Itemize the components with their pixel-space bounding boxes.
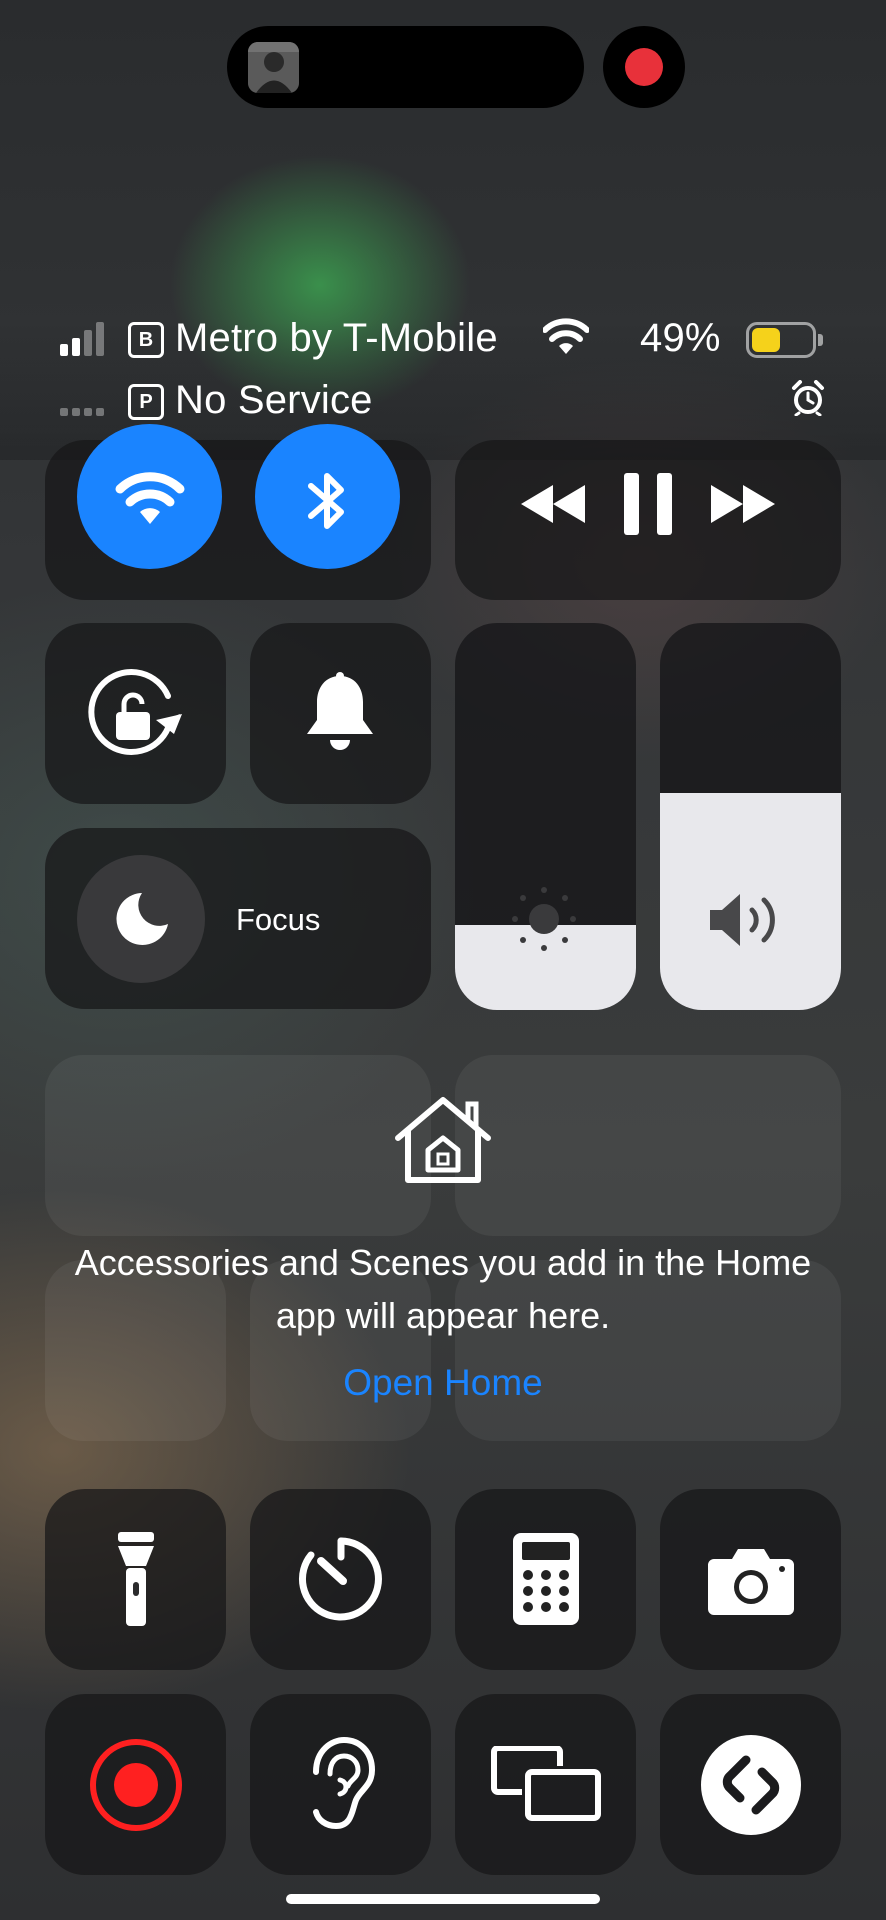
wifi-status-icon (543, 318, 589, 356)
moon-icon (112, 890, 170, 948)
recording-dot (625, 48, 663, 86)
volume-speaker-icon (708, 890, 794, 950)
screen-mirroring-icon (490, 1746, 602, 1822)
sim-badge-secondary: P (128, 384, 164, 420)
home-placeholder-tile (45, 1055, 431, 1236)
signal-strength-icon (60, 320, 120, 360)
focus-label: Focus (236, 902, 321, 937)
screen-record-icon (88, 1737, 184, 1833)
battery-icon (746, 322, 824, 358)
carrier-name-secondary: No Service (175, 378, 373, 422)
timer-icon (297, 1535, 385, 1623)
previous-track-icon[interactable] (519, 483, 587, 525)
home-empty-message: Accessories and Scenes you add in the Ho… (74, 1242, 812, 1336)
home-icon (392, 1094, 494, 1186)
home-indicator[interactable] (286, 1894, 600, 1904)
open-home-link[interactable]: Open Home (60, 1362, 826, 1404)
shazam-icon (700, 1734, 802, 1836)
pause-icon[interactable] (624, 473, 672, 535)
carrier-name-primary: Metro by T-Mobile (175, 316, 498, 360)
rotation-lock-icon (86, 666, 186, 762)
hearing-icon (304, 1736, 376, 1832)
alarm-clock-icon (791, 380, 825, 416)
signal-no-service-icon (60, 408, 120, 420)
calculator-icon (513, 1533, 579, 1625)
flashlight-icon (116, 1532, 156, 1628)
sim-badge-primary: B (128, 322, 164, 358)
battery-percentage: 49% (640, 316, 721, 360)
bluetooth-icon (303, 468, 351, 534)
volume-slider[interactable] (660, 623, 841, 1010)
next-track-icon[interactable] (709, 483, 777, 525)
now-playing-artwork (248, 42, 299, 93)
camera-icon (706, 1545, 796, 1615)
home-placeholder-tile (455, 1055, 841, 1236)
wifi-icon (115, 472, 185, 526)
brightness-icon (509, 884, 579, 954)
bell-icon (303, 672, 377, 754)
